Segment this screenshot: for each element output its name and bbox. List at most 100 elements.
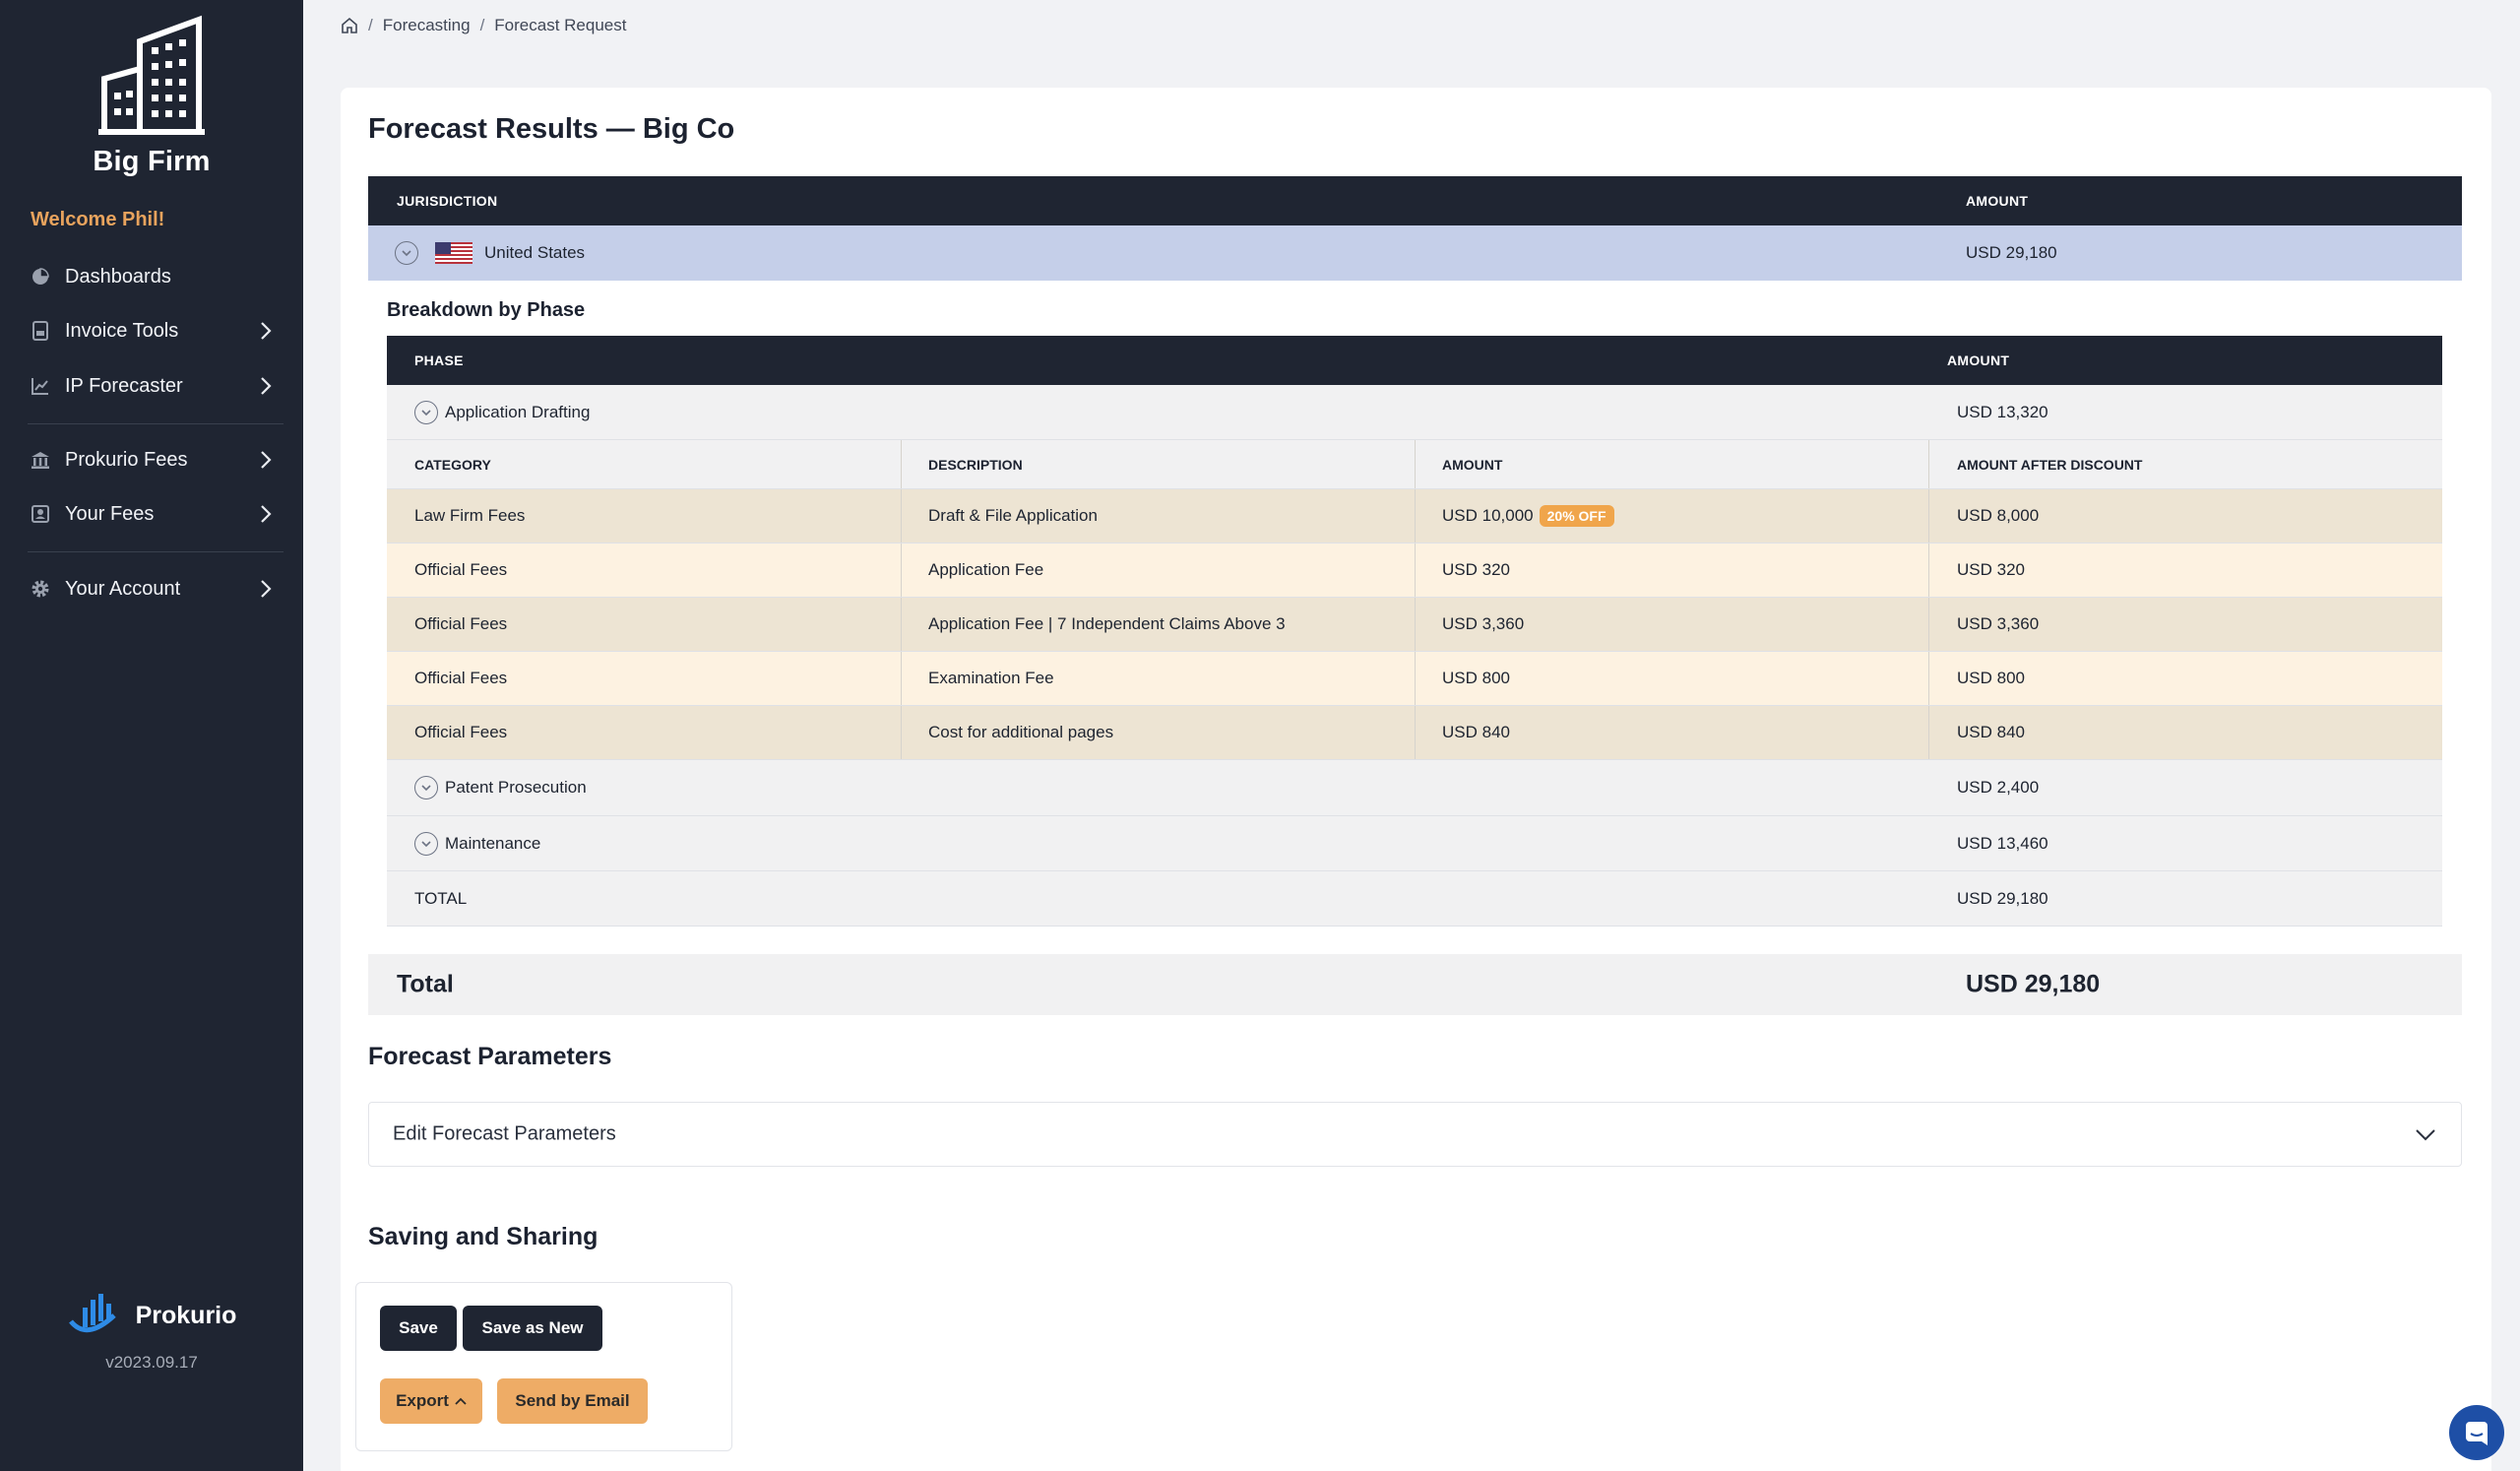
version: v2023.09.17 [105,1353,198,1372]
fee-category: Official Fees [414,614,508,633]
phase-row-patent-prosecution[interactable]: Patent Prosecution USD 2,400 [387,760,2442,816]
table-row: Official Fees Application Fee | 7 Indepe… [387,598,2442,652]
chat-launcher-button[interactable] [2449,1405,2504,1460]
sidebar: Big Firm Welcome Phil! Dashboards Invoic… [0,0,303,1471]
fee-amount-cell: USD 10,000 20% OFF [1442,505,1614,527]
column-header-amount-after-discount: AMOUNT AFTER DISCOUNT [1957,456,2143,473]
phase-total-row: TOTAL USD 29,180 [387,871,2442,927]
table-row: Law Firm Fees Draft & File Application U… [387,489,2442,544]
column-header-fee-amount: AMOUNT [1442,456,1503,473]
fee-amount-after: USD 840 [1957,723,2025,741]
chevron-right-icon [261,322,272,340]
jurisdiction-row-united-states[interactable]: United States USD 29,180 [368,225,2462,281]
table-row: Official Fees Examination Fee USD 800 US… [387,652,2442,706]
page-title: Forecast Results — Big Co [368,113,735,145]
jurisdiction-amount: USD 29,180 [1966,243,2057,262]
saving-sharing-panel: Save Save as New Export Send by Email [355,1282,732,1451]
chevron-right-icon [261,451,272,469]
grand-total-bar: Total USD 29,180 [368,954,2462,1015]
send-by-email-button[interactable]: Send by Email [497,1378,648,1424]
discount-badge: 20% OFF [1539,505,1614,527]
expand-toggle-icon[interactable] [414,832,438,856]
fee-category: Official Fees [414,723,508,741]
phase-row-maintenance[interactable]: Maintenance USD 13,460 [387,816,2442,871]
welcome-message: Welcome Phil! [31,209,165,230]
invoice-icon [30,320,51,342]
fee-amount: USD 840 [1442,723,1510,741]
fee-description: Cost for additional pages [928,723,1114,741]
sidebar-item-label: Invoice Tools [65,319,179,342]
fee-category: Official Fees [414,669,508,687]
column-header-jurisdiction: JURISDICTION [397,193,498,209]
fee-category: Law Firm Fees [414,506,526,525]
sidebar-item-your-account[interactable]: Your Account [0,567,303,610]
fee-description: Draft & File Application [928,506,1098,525]
column-header-amount: AMOUNT [1966,193,2029,209]
table-row: Official Fees Cost for additional pages … [387,706,2442,760]
nav-divider [28,423,284,424]
expand-toggle-icon[interactable] [414,776,438,799]
accordion-label: Edit Forecast Parameters [393,1122,616,1145]
brand: Big Firm [0,14,303,178]
forecast-parameters-title: Forecast Parameters [368,1043,612,1070]
saving-sharing-title: Saving and Sharing [368,1223,598,1250]
phase-amount: USD 13,460 [1957,833,2048,853]
sidebar-item-prokurio-fees[interactable]: Prokurio Fees [0,438,303,481]
column-header-description: DESCRIPTION [928,456,1023,473]
breakdown-title: Breakdown by Phase [387,299,586,321]
sidebar-item-invoice-tools[interactable]: Invoice Tools [0,309,303,352]
phase-row-application-drafting[interactable]: Application Drafting USD 13,320 [387,385,2442,440]
sidebar-item-label: Your Fees [65,502,155,525]
sidebar-item-label: Your Account [65,577,181,600]
pie-chart-icon [30,266,51,288]
sidebar-item-label: IP Forecaster [65,374,183,397]
results-card: Forecast Results — Big Co JURISDICTION A… [341,88,2491,1471]
export-button[interactable]: Export [380,1378,482,1424]
phase-total-label: TOTAL [414,888,468,908]
column-header-phase: PHASE [414,352,464,368]
us-flag-icon [435,242,472,264]
save-as-new-button[interactable]: Save as New [463,1306,602,1351]
save-button[interactable]: Save [380,1306,457,1351]
fee-category: Official Fees [414,560,508,579]
breadcrumb-forecasting[interactable]: Forecasting [383,16,471,35]
export-label: Export [396,1391,449,1410]
sidebar-item-your-fees[interactable]: Your Fees [0,492,303,536]
fee-amount-after: USD 8,000 [1957,506,2040,525]
phase-amount: USD 2,400 [1957,778,2040,797]
fee-amount-after: USD 800 [1957,669,2025,687]
chevron-down-icon [2416,1129,2435,1141]
phase-name: Application Drafting [445,402,591,421]
phase-name: Patent Prosecution [445,778,587,797]
collapse-toggle-icon[interactable] [395,241,418,265]
edit-forecast-parameters-accordion[interactable]: Edit Forecast Parameters [368,1102,2462,1167]
breadcrumb: / Forecasting / Forecast Request [341,16,626,35]
table-row: Official Fees Application Fee USD 320 US… [387,544,2442,598]
sidebar-item-ip-forecaster[interactable]: IP Forecaster [0,364,303,408]
fee-description: Application Fee [928,560,1044,579]
fee-description: Application Fee | 7 Independent Claims A… [928,614,1286,633]
chevron-right-icon [261,580,272,598]
home-icon[interactable] [341,17,358,34]
fee-amount-after: USD 3,360 [1957,614,2040,633]
fee-amount: USD 10,000 [1442,506,1534,525]
prokurio-footer: Prokurio v2023.09.17 [0,1292,303,1373]
fee-amount: USD 800 [1442,669,1510,687]
prokurio-brand: Prokurio [135,1301,237,1329]
column-header-category: CATEGORY [414,456,491,473]
phase-total-amount: USD 29,180 [1957,888,2048,908]
jurisdiction-table-header: JURISDICTION AMOUNT [368,176,2462,225]
grand-total-amount: USD 29,180 [1966,970,2101,998]
breadcrumb-forecast-request: Forecast Request [494,16,627,34]
gear-icon [30,578,51,600]
brand-name: Big Firm [93,146,211,177]
nav-divider [28,551,284,552]
collapse-toggle-icon[interactable] [414,401,438,424]
sidebar-item-dashboards[interactable]: Dashboards [0,255,303,298]
user-card-icon [30,503,51,525]
building-logo-icon [98,15,205,135]
chat-icon [2466,1422,2488,1445]
fee-amount: USD 320 [1442,560,1510,579]
grand-total-label: Total [397,970,454,998]
phase-amount: USD 13,320 [1957,402,2048,421]
